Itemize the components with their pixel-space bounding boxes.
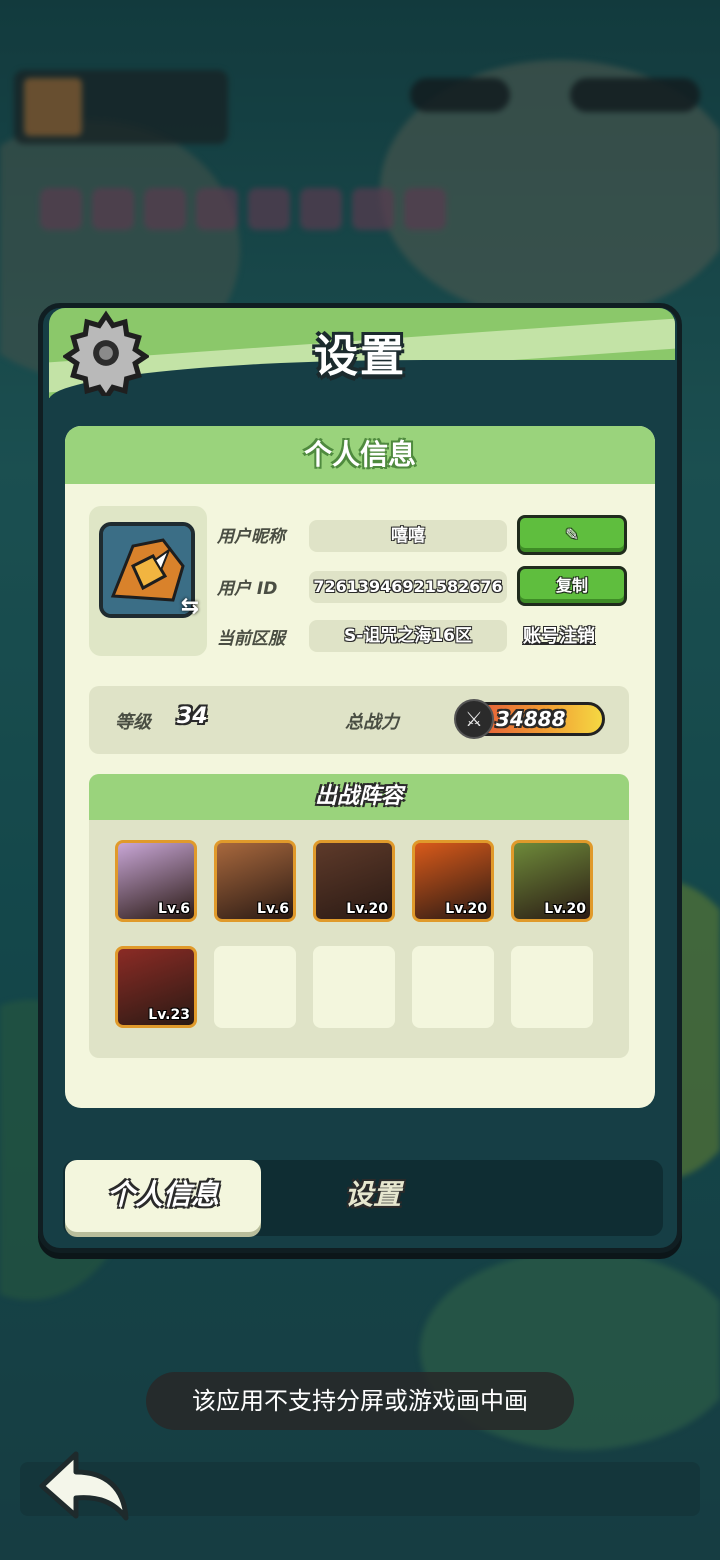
empty-hero-slot[interactable] xyxy=(313,946,395,1028)
hero-level: Lv.20 xyxy=(445,901,487,917)
dialog-title: 设置 xyxy=(314,331,406,382)
hero-level: Lv.20 xyxy=(346,901,388,917)
lineup-title: 出战阵容 xyxy=(89,774,629,820)
edit-nickname-button[interactable]: ✎ xyxy=(517,515,627,555)
hero-slot[interactable]: Lv.20 xyxy=(412,840,494,922)
hero-slot[interactable]: Lv.20 xyxy=(313,840,395,922)
hero-level: Lv.6 xyxy=(158,901,190,917)
empty-hero-slot[interactable] xyxy=(412,946,494,1028)
avatar-frame[interactable]: ⇆ xyxy=(89,506,207,656)
power-value: 34888 xyxy=(496,707,566,731)
user-id-value: 7261394692158267​6 xyxy=(309,571,507,603)
hero-level: Lv.20 xyxy=(544,901,586,917)
tab-personal-info[interactable]: 个人信息 xyxy=(65,1160,261,1232)
nickname-label: 用户昵称 xyxy=(217,527,285,547)
personal-info-panel: 个人信息 ⇆ 用户昵称 嘻嘻 ✎ 用户 ID 7261394692158267​… xyxy=(65,426,655,1108)
back-arrow-icon[interactable] xyxy=(36,1448,132,1522)
hero-slot[interactable]: Lv.23 xyxy=(115,946,197,1028)
crossed-swords-icon: ⚔ xyxy=(454,699,494,739)
power-label: 总战力 xyxy=(345,712,399,733)
empty-hero-slot[interactable] xyxy=(214,946,296,1028)
tab-settings[interactable]: 设置 xyxy=(303,1160,443,1232)
toast-message: 该应用不支持分屏或游戏画中画 xyxy=(146,1372,574,1430)
empty-hero-slot[interactable] xyxy=(511,946,593,1028)
copy-id-button[interactable]: 复制 xyxy=(517,566,627,606)
server-label: 当前区服 xyxy=(217,629,285,649)
level-label: 等级 xyxy=(115,712,151,733)
nickname-value: 嘻嘻 xyxy=(309,520,507,552)
hero-level: Lv.23 xyxy=(148,1007,190,1023)
hero-slot[interactable]: Lv.20 xyxy=(511,840,593,922)
pencil-icon: ✎ xyxy=(565,525,579,544)
level-value: 34 xyxy=(177,704,208,729)
power-badge: ⚔ 34888 xyxy=(454,699,605,739)
swap-avatar-icon[interactable]: ⇆ xyxy=(177,594,203,620)
hero-level: Lv.6 xyxy=(257,901,289,917)
battle-lineup: 出战阵容 Lv.6 Lv.6 Lv.20 Lv.20 Lv.20 Lv.23 xyxy=(89,774,629,1058)
section-title: 个人信息 xyxy=(65,426,655,484)
settings-dialog: 设置 个人信息 ⇆ 用户昵称 嘻嘻 ✎ 用户 ID 72613946921582… xyxy=(38,303,682,1253)
hero-slot[interactable]: Lv.6 xyxy=(115,840,197,922)
account-deletion-link[interactable]: 账号注销 xyxy=(523,622,595,648)
dialog-tabs: 个人信息 设置 xyxy=(63,1160,663,1236)
hero-slot[interactable]: Lv.6 xyxy=(214,840,296,922)
stats-row: 等级 34 总战力 ⚔ 34888 xyxy=(89,686,629,754)
user-id-label: 用户 ID xyxy=(217,579,278,599)
server-value: S-诅咒之海16区 xyxy=(309,620,507,652)
